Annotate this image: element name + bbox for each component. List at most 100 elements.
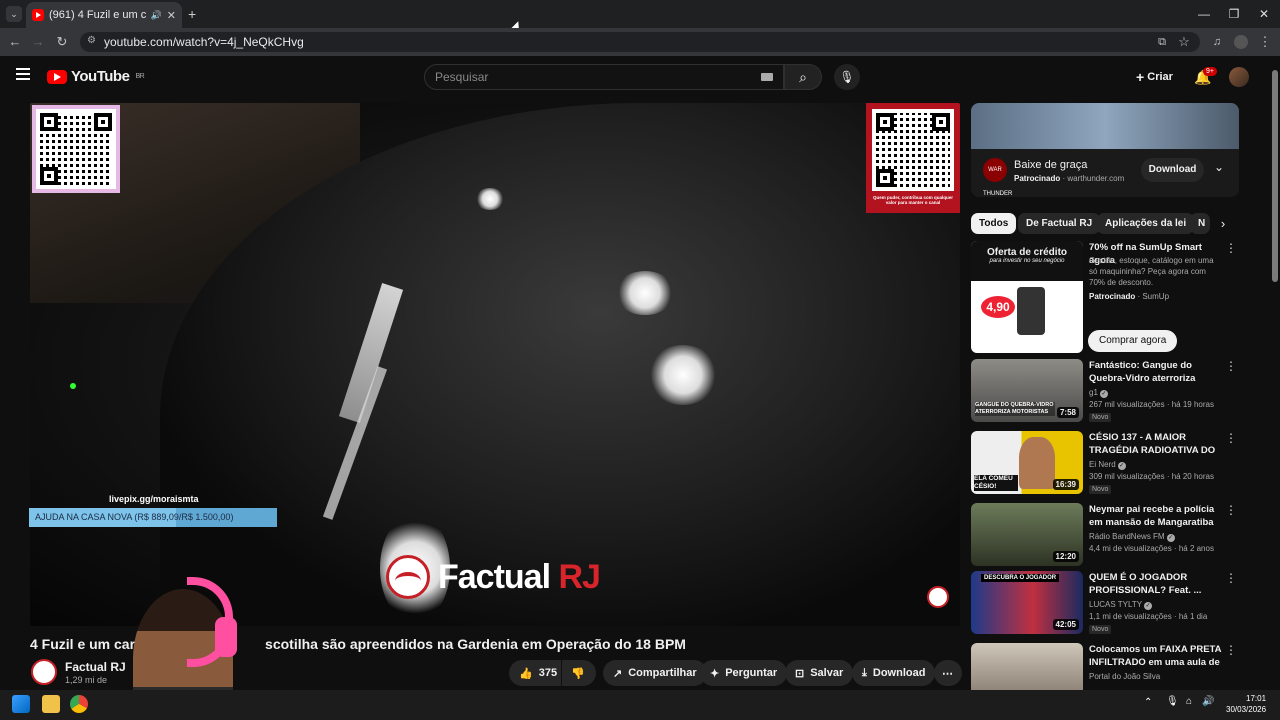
more-vertical-icon[interactable]: ⋮ (1225, 503, 1237, 517)
address-bar[interactable]: ⚙ youtube.com/watch?v=4j_NeQkCHvg (80, 32, 1200, 52)
clock-time: 17:01 (1246, 694, 1267, 703)
tray-volume-icon[interactable]: 🔊 (1202, 696, 1214, 707)
recommendation-item[interactable]: 12:20 Neymar pai recebe a polícia em man… (971, 503, 1239, 569)
chip-all[interactable]: Todos (971, 213, 1017, 234)
donation-goal-text: AJUDA NA CASA NOVA (R$ 889,09/R$ 1.500,0… (35, 512, 234, 522)
duration-badge: 7:58 (1056, 407, 1079, 418)
chevron-right-icon[interactable]: › (1212, 213, 1234, 234)
sponsored-recommendation[interactable]: Oferta de crédito para investir no seu n… (971, 241, 1239, 353)
chip-next[interactable]: N (1190, 213, 1210, 234)
forward-button[interactable]: → (29, 33, 47, 51)
plus-icon: + (1136, 69, 1145, 86)
browser-menu-icon[interactable]: ⋮ (1256, 33, 1274, 51)
qr-code-right: Quem puder, contribua com qualquer valor… (866, 103, 960, 213)
chip-from-channel[interactable]: De Factual RJ (1018, 213, 1101, 234)
more-actions-button[interactable]: ⋯ (934, 660, 962, 686)
reload-button[interactable]: ↻ (53, 33, 71, 51)
recommendation-item[interactable]: Colocamos um FAIXA PRETA INFILTRADO em u… (971, 643, 1239, 690)
bullet-hole (475, 188, 505, 210)
thumbs-up-icon: 👍 (519, 667, 533, 680)
share-icon: ↗ (613, 667, 623, 680)
rec-channel: LUCAS TYLTY ✓ (1089, 600, 1153, 610)
search-icon: ⌕ (799, 69, 807, 85)
like-button[interactable]: 👍 375 (509, 660, 561, 686)
bookmark-star-icon[interactable]: ☆ (1175, 33, 1193, 51)
donation-goal-bar: AJUDA NA CASA NOVA (R$ 889,09/R$ 1.500,0… (29, 508, 277, 527)
bullet-hole (615, 271, 675, 315)
download-button[interactable]: ⤓ Download (852, 660, 936, 686)
save-button[interactable]: ⊡ Salvar (785, 660, 854, 686)
channel-watermark-icon[interactable] (927, 586, 949, 608)
search-input[interactable]: Pesquisar (424, 64, 784, 90)
recommendation-item[interactable]: GANGUE DO QUEBRA-VIDRO ATERRORIZA MOTORI… (971, 359, 1239, 425)
file-explorer-icon[interactable] (42, 695, 60, 713)
youtube-logo[interactable]: YouTube BR (47, 68, 145, 85)
bullet-hole (648, 345, 718, 405)
rec-meta: 309 mil visualizações · há 20 horas (1089, 472, 1214, 481)
tray-network-icon[interactable]: ⌂ (1186, 696, 1192, 707)
duration-badge: 12:20 (1052, 551, 1079, 562)
more-vertical-icon[interactable]: ⋮ (1225, 241, 1237, 255)
factual-rj-watermark: Factual RJ (386, 555, 601, 599)
voice-search-button[interactable]: 🎙 (834, 64, 860, 90)
create-button[interactable]: + Criar (1128, 66, 1181, 88)
tab-search-button[interactable]: ⌄ (6, 6, 22, 22)
windows-start-icon[interactable] (12, 695, 30, 713)
site-info-icon[interactable]: ⚙ (87, 35, 96, 46)
livepix-link: livepix.gg/moraismta (109, 494, 199, 504)
headphone-cup (215, 617, 237, 657)
channel-avatar[interactable] (31, 659, 57, 685)
rec-title: CÉSIO 137 - A MAIOR TRAGÉDIA RADIOATIVA … (1089, 432, 1216, 456)
tray-microphone-icon[interactable]: 🎙 (1166, 696, 1179, 707)
more-vertical-icon[interactable]: ⋮ (1225, 359, 1237, 373)
video-player[interactable]: Quem puder, contribua com qualquer valor… (30, 103, 960, 626)
sparkle-icon: ✦ (710, 667, 720, 680)
more-vertical-icon[interactable]: ⋮ (1225, 431, 1237, 445)
verified-icon: ✓ (1117, 462, 1126, 470)
dislike-button[interactable]: 👎 (562, 660, 596, 686)
card-machine (1017, 287, 1045, 335)
keyboard-icon[interactable] (761, 73, 773, 81)
more-vertical-icon[interactable]: ⋮ (1225, 643, 1237, 657)
account-avatar[interactable] (1229, 67, 1249, 87)
more-horizontal-icon: ⋯ (942, 667, 953, 680)
chip-law-enforcement[interactable]: Aplicações da lei (1097, 213, 1195, 234)
more-vertical-icon[interactable]: ⋮ (1225, 571, 1237, 585)
search-button[interactable]: ⌕ (784, 64, 822, 90)
rec-description: Gestão, estoque, catálogo em uma só maqu… (1089, 256, 1214, 287)
browser-tab-active[interactable]: (961) 4 Fuzil e um carro bli 🔊 ✕ (26, 2, 182, 28)
system-clock[interactable]: 17:01 30/03/2026 (1226, 693, 1266, 715)
restore-button[interactable]: ❐ (1219, 4, 1249, 24)
tab-close-icon[interactable]: ✕ (167, 9, 176, 22)
ad-download-button[interactable]: Download (1141, 158, 1204, 182)
rec-channel: Portal do João Silva (1089, 672, 1161, 681)
buy-now-button[interactable]: Comprar agora (1088, 330, 1178, 352)
back-button[interactable]: ← (6, 33, 24, 51)
recommendation-item[interactable]: ELA COMEU CÉSIO! 16:39 CÉSIO 137 - A MAI… (971, 431, 1239, 497)
ask-button[interactable]: ✦ Perguntar (700, 660, 788, 686)
rec-thumbnail: 12:20 (971, 503, 1083, 566)
verified-icon: ✓ (1099, 390, 1108, 398)
guide-menu-icon[interactable] (16, 68, 30, 80)
new-tab-button[interactable]: + (188, 6, 196, 22)
chevron-down-icon[interactable]: ⌄ (1214, 160, 1224, 174)
install-app-icon[interactable]: ⧉ (1153, 33, 1171, 51)
rec-channel: Ei Nerd ✓ (1089, 460, 1126, 470)
close-window-button[interactable]: ✕ (1249, 4, 1279, 24)
minimize-button[interactable]: — (1189, 4, 1219, 24)
girl-figure (1019, 437, 1055, 489)
tray-chevron-up-icon[interactable]: ⌃ (1144, 697, 1152, 708)
share-button[interactable]: ↗ Compartilhar (603, 660, 707, 686)
scrollbar-thumb[interactable] (1272, 70, 1278, 282)
profile-avatar[interactable] (1234, 35, 1248, 49)
rec-meta: 4,4 mi de visualizações · há 2 anos (1089, 544, 1214, 553)
bookmark-icon: ⊡ (795, 667, 805, 680)
media-controls-icon[interactable]: ♫ (1208, 33, 1226, 51)
chrome-icon[interactable] (70, 695, 88, 713)
recommendation-item[interactable]: DESCUBRA O JOGADOR 42:05 QUEM É O JOGADO… (971, 571, 1239, 637)
new-badge: Novo (1089, 625, 1112, 634)
sumup-thumbnail: Oferta de crédito para investir no seu n… (971, 241, 1083, 353)
new-badge: Novo (1089, 485, 1112, 494)
thumbs-down-icon: 👎 (571, 667, 585, 680)
audio-playing-icon[interactable]: 🔊 (151, 10, 162, 21)
